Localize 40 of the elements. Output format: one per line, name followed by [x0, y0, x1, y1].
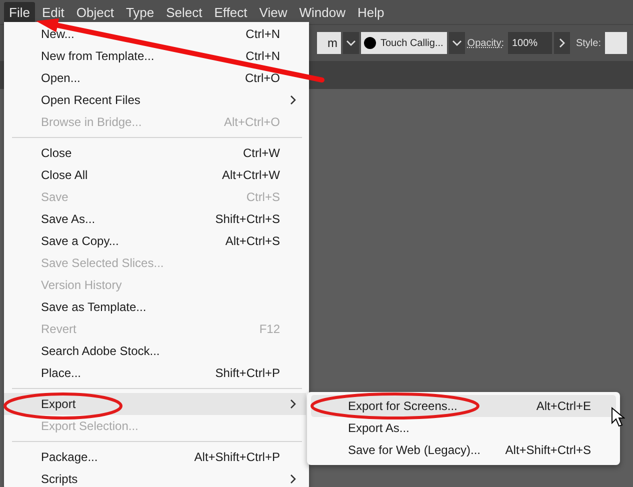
menu-bar-item[interactable]: Object — [71, 2, 119, 22]
menu-item[interactable]: Save a Copy... Alt+Ctrl+S — [4, 230, 306, 252]
menu-item[interactable]: Save for Web (Legacy)... Alt+Shift+Ctrl+S — [311, 439, 616, 461]
menu-bar-item[interactable]: File — [4, 2, 35, 22]
stroke-weight-field[interactable]: m — [317, 32, 342, 54]
menu-bar-item[interactable]: Select — [161, 2, 208, 22]
menu-item[interactable]: Export — [4, 393, 306, 415]
dropdown-button[interactable] — [449, 32, 466, 54]
menu-item[interactable]: Open Recent Files — [4, 89, 306, 111]
menu-item[interactable]: Save As... Shift+Ctrl+S — [4, 208, 306, 230]
menu-bar-item[interactable]: Help — [352, 2, 390, 22]
brush-dropdown[interactable]: Touch Callig... — [361, 32, 448, 54]
chevron-icon — [558, 38, 565, 48]
menu-bar-item[interactable]: Edit — [36, 2, 70, 22]
style-label: Style: — [576, 38, 601, 48]
menu-item[interactable]: Save as Template... — [4, 296, 306, 318]
caret-icon — [452, 40, 462, 46]
chevron-icon — [290, 95, 296, 105]
chevron-icon — [290, 399, 296, 409]
caret-icon — [346, 40, 356, 46]
menu-item[interactable]: Place... Shift+Ctrl+P — [4, 362, 306, 384]
menu-item[interactable]: Scripts — [4, 468, 306, 487]
menu-item[interactable]: New from Template... Ctrl+N — [4, 45, 306, 67]
expand-button[interactable] — [554, 32, 570, 54]
menu-item[interactable]: Close All Alt+Ctrl+W — [4, 164, 306, 186]
menu-bar-item[interactable]: View — [254, 2, 292, 22]
style-swatch[interactable] — [605, 32, 627, 54]
menu-item[interactable]: Export As... — [311, 417, 616, 439]
menu-item[interactable]: Close Ctrl+W — [4, 142, 306, 164]
menu-bar-item[interactable]: Type — [120, 2, 160, 22]
menu-bar-item[interactable]: Window — [294, 2, 350, 22]
opacity-label[interactable]: Opacity: — [467, 38, 504, 48]
menu-item[interactable]: Search Adobe Stock... — [4, 340, 306, 362]
menu-bar-item[interactable]: Effect — [209, 2, 252, 22]
menu-item[interactable]: Export for Screens... Alt+Ctrl+E — [311, 395, 616, 417]
menu-item[interactable]: New... Ctrl+N — [4, 23, 306, 45]
menu-item[interactable]: Package... Alt+Shift+Ctrl+P — [4, 446, 306, 468]
opacity-field[interactable]: 100% — [508, 32, 552, 54]
dropdown-button[interactable] — [343, 32, 360, 54]
chevron-icon — [290, 474, 296, 484]
